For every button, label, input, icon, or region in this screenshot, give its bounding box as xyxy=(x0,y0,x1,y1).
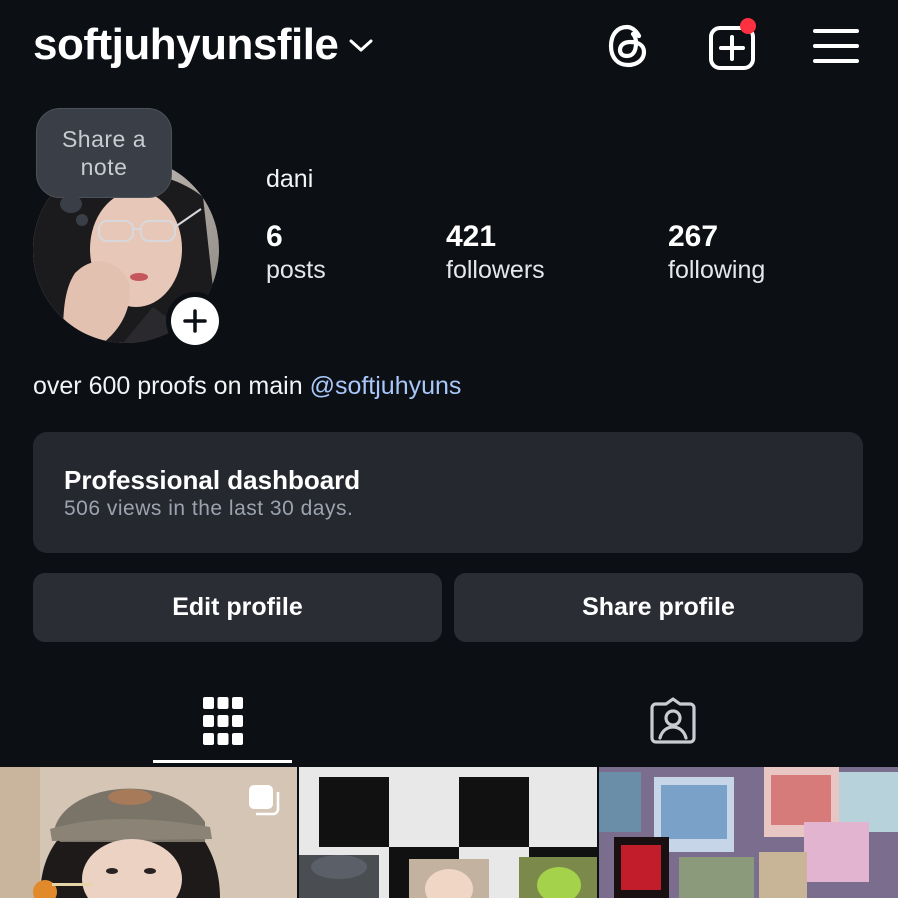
carousel-icon xyxy=(247,783,281,822)
following-label: following xyxy=(668,256,766,284)
plus-icon xyxy=(183,309,207,333)
note-tail xyxy=(60,195,82,213)
following-value: 267 xyxy=(668,220,719,253)
display-name: dani xyxy=(266,165,314,193)
notification-dot xyxy=(740,18,756,34)
selected-tab-indicator xyxy=(153,760,292,763)
bio-mention-link[interactable]: @softjuhyuns xyxy=(310,372,462,400)
share-note-bubble[interactable]: Share a note xyxy=(36,108,172,198)
dashboard-subtitle: 506 views in the last 30 days. xyxy=(64,497,354,520)
posts-label: posts xyxy=(266,256,326,284)
bio-text: over 600 proofs on main xyxy=(33,372,310,400)
threads-icon[interactable] xyxy=(602,20,654,72)
account-switcher[interactable]: softjuhyunsfile xyxy=(33,20,374,70)
edit-profile-button[interactable]: Edit profile xyxy=(33,573,442,642)
dashboard-title: Professional dashboard xyxy=(64,465,361,495)
post-thumbnail-2[interactable] xyxy=(299,767,597,898)
post-thumbnail-3[interactable] xyxy=(599,767,898,898)
grid-icon xyxy=(203,697,243,745)
followers-label: followers xyxy=(446,256,545,284)
top-bar: softjuhyunsfile xyxy=(0,0,898,92)
posts-value: 6 xyxy=(266,220,283,253)
following-count[interactable]: 267 following xyxy=(668,220,765,286)
professional-dashboard-card[interactable]: Professional dashboard 506 views in the … xyxy=(33,432,863,553)
tagged-icon xyxy=(650,697,696,744)
menu-icon[interactable] xyxy=(810,20,862,72)
share-profile-button[interactable]: Share profile xyxy=(454,573,863,642)
bio: over 600 proofs on main @softjuhyuns xyxy=(33,372,461,401)
username: softjuhyunsfile xyxy=(33,20,339,69)
followers-count[interactable]: 421 followers xyxy=(446,220,545,286)
note-tail-small xyxy=(76,214,88,226)
profile-page: softjuhyunsfile Share a note dani 6 post… xyxy=(0,0,898,898)
chevron-down-icon xyxy=(348,38,374,59)
note-line-1: Share a xyxy=(61,126,147,152)
tab-posts-grid[interactable] xyxy=(153,680,293,762)
followers-value: 421 xyxy=(446,220,497,253)
tab-tagged[interactable] xyxy=(603,680,743,762)
post-thumbnail-1[interactable] xyxy=(0,767,297,898)
note-line-2: note xyxy=(80,154,128,180)
new-post-button[interactable] xyxy=(706,18,758,72)
add-story-button[interactable] xyxy=(166,292,224,350)
posts-count[interactable]: 6 posts xyxy=(266,220,326,286)
